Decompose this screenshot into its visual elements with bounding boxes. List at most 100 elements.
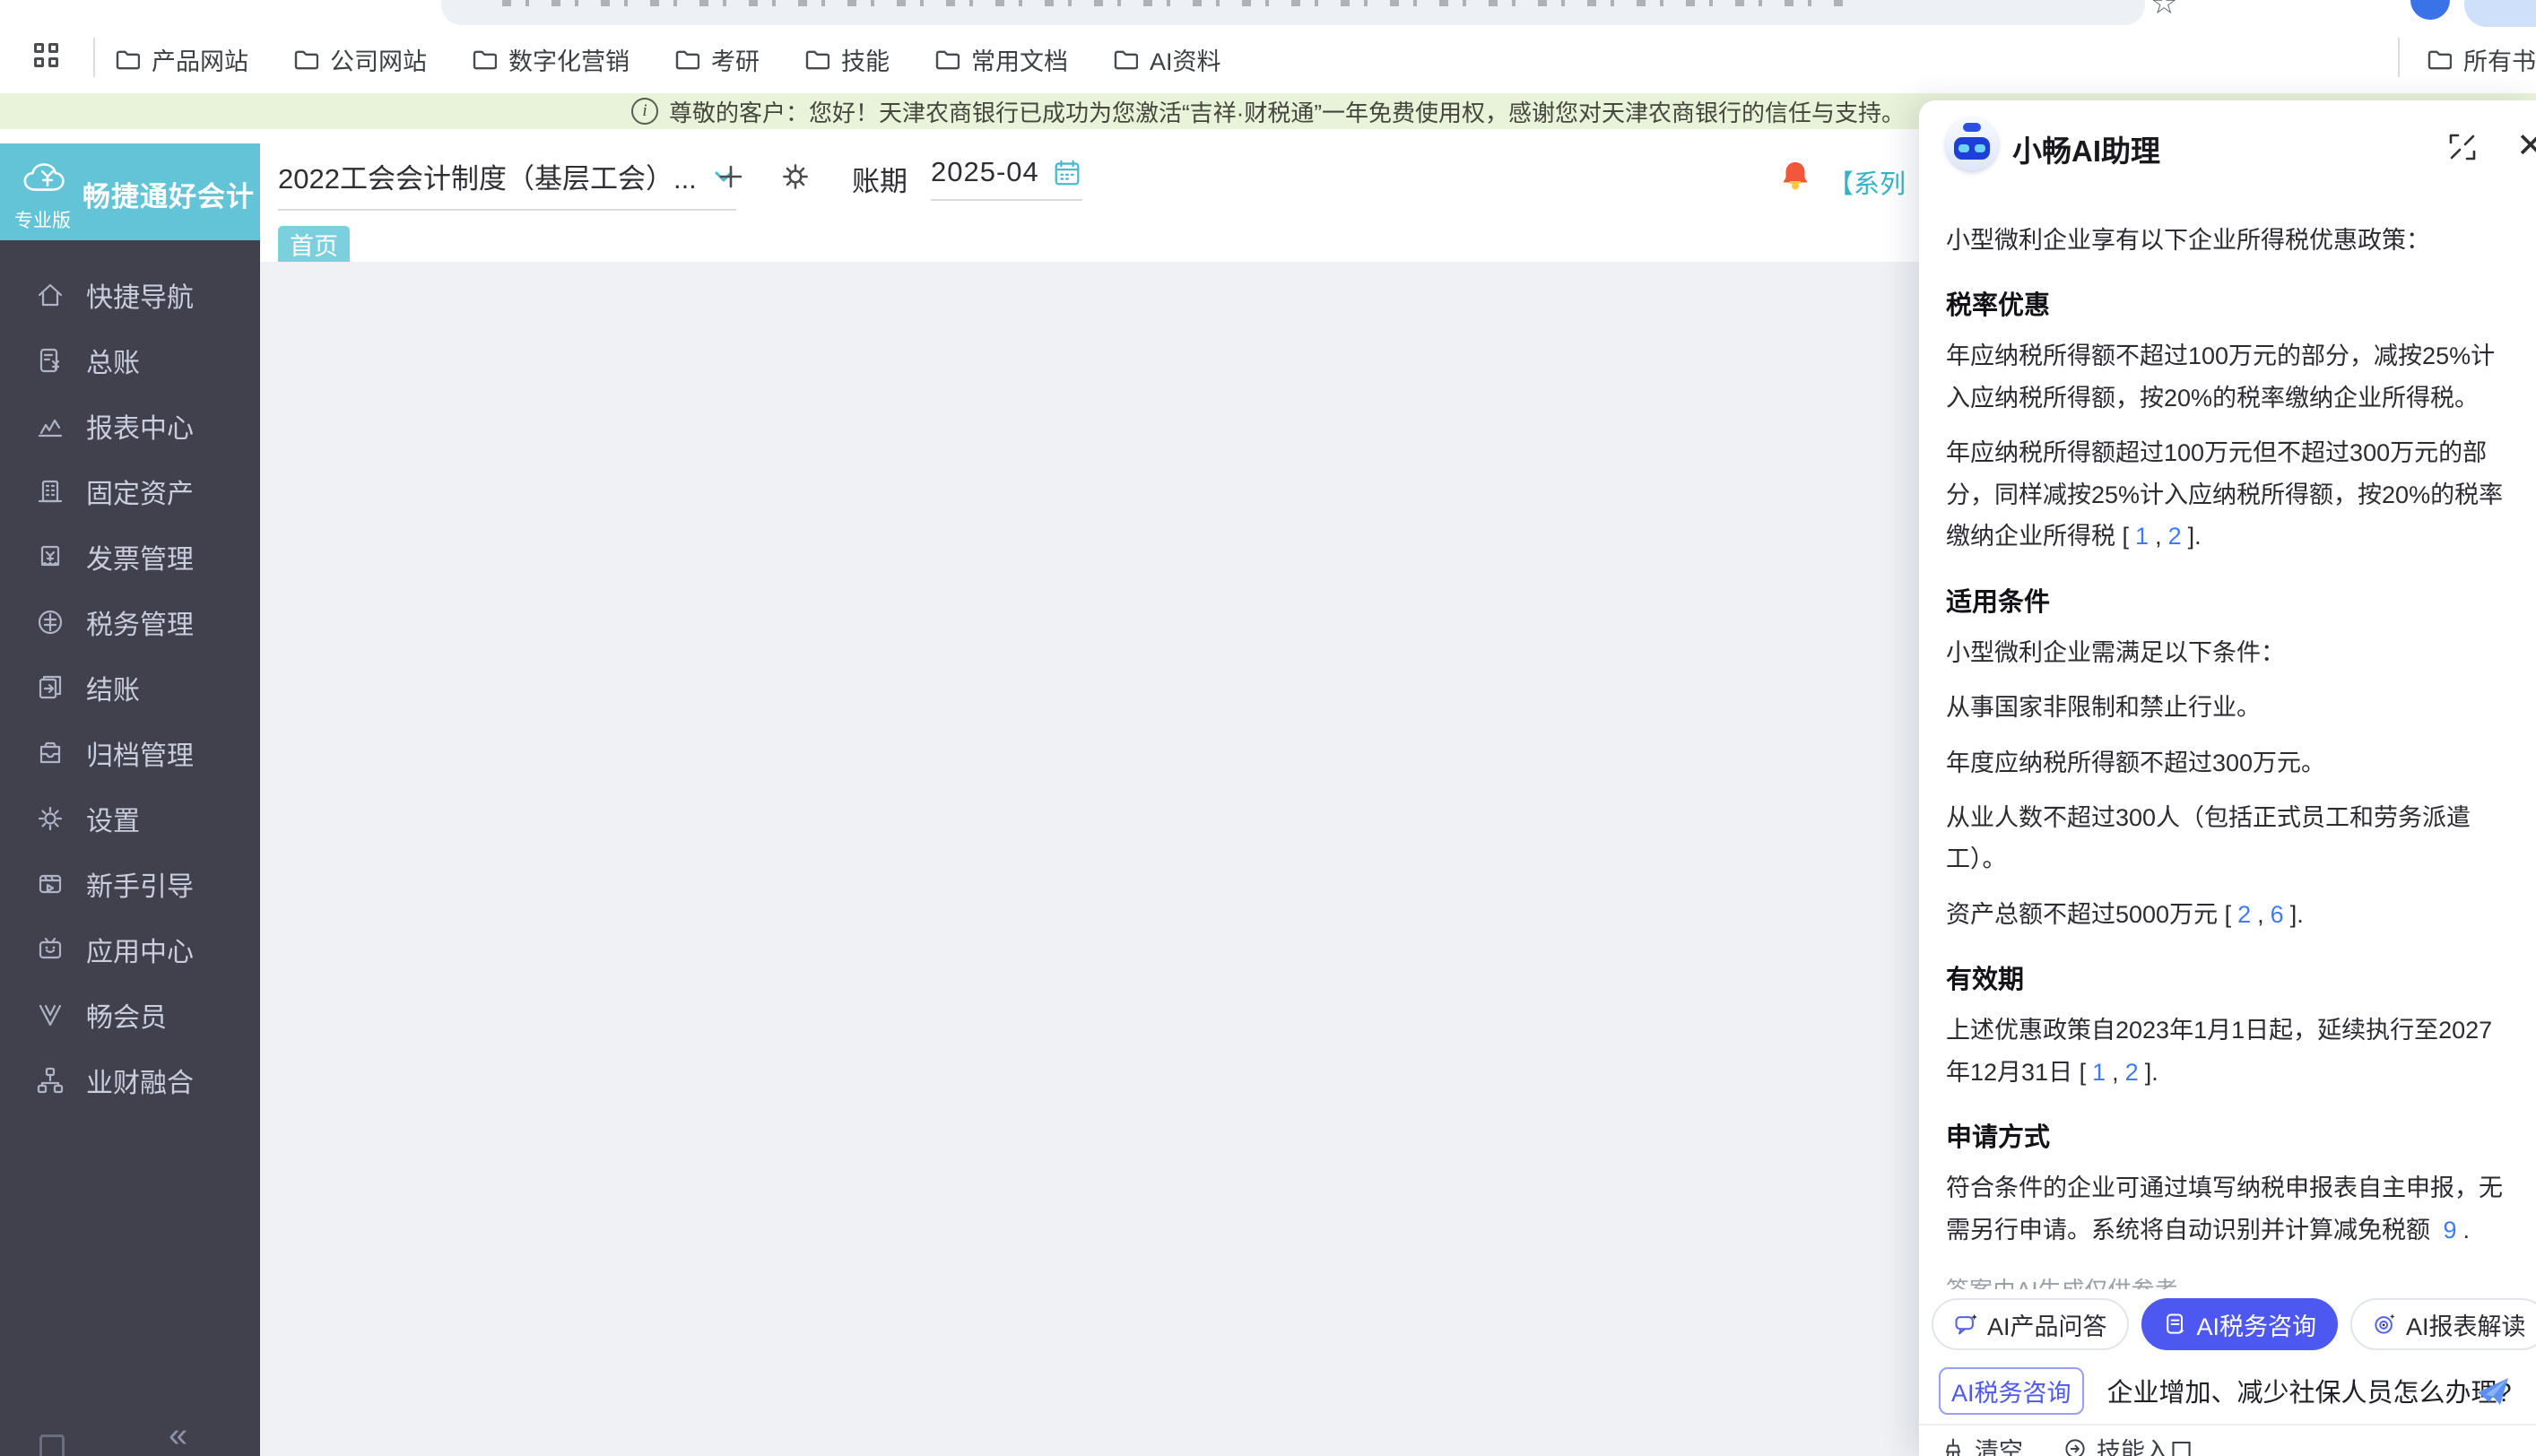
- sidebar-item-label: 新手引导: [86, 871, 194, 902]
- app-root: ☆ 产品网站 公司网站 数字化营销 考研 技能 常用文档 AI资料 所有书 i …: [0, 0, 2536, 1456]
- ai-heading: 税率优惠: [1946, 291, 2051, 321]
- app-center-icon: [39, 937, 62, 958]
- chip-ai-tax-consult[interactable]: AI税务咨询: [2141, 1298, 2339, 1350]
- citation-link[interactable]: 2: [2125, 1059, 2139, 1086]
- sidebar-item-archive-management[interactable]: 归档管理: [0, 720, 260, 785]
- sidebar-item-settings[interactable]: 设置: [0, 785, 260, 851]
- period-value: 2025-04: [931, 156, 1039, 187]
- ledger-selector[interactable]: 2022工会会计制度（基层工会）...: [278, 156, 736, 211]
- brand-edition: 专业版: [14, 211, 71, 231]
- bookmark-folder[interactable]: 数字化营销: [472, 42, 630, 77]
- chip-label: AI报表解读: [2406, 1313, 2526, 1340]
- sidebar-item-label: 畅会员: [86, 1002, 167, 1033]
- ai-paragraph: 年度应纳税所得额不超过300万元。: [1946, 749, 2326, 776]
- ledger-settings-button[interactable]: [778, 160, 812, 194]
- bookmark-label: AI资料: [1150, 48, 1221, 75]
- close-icon[interactable]: ✕: [2516, 126, 2536, 166]
- sidebar: 畅捷通好会计 专业版 快捷导航 总账 报表中心 固定资产 发票管理 税务管理 结…: [0, 143, 260, 1456]
- ai-assistant-panel: 小畅AI助理 ✕ 小型微利企业享有以下企业所得税优惠政策： 税率优惠 年应纳税所…: [1919, 100, 2536, 1456]
- guide-video-icon: [39, 874, 62, 893]
- bookmark-folder[interactable]: 产品网站: [115, 42, 248, 77]
- skills-entry-button[interactable]: 技能入口: [2063, 1432, 2193, 1456]
- sidebar-item-business-finance-fusion[interactable]: 业财融合: [0, 1047, 260, 1113]
- sidebar-item-label: 报表中心: [86, 413, 194, 444]
- bookmark-folder[interactable]: 技能: [804, 42, 890, 77]
- notification-bell-icon[interactable]: [1777, 158, 1813, 194]
- citation-link[interactable]: 2: [2168, 523, 2182, 550]
- chip-ai-product-qa[interactable]: AI产品问答: [1932, 1298, 2129, 1350]
- arrow-circle-icon: [2065, 1439, 2085, 1456]
- send-icon[interactable]: [2475, 1374, 2511, 1409]
- bookmark-folder[interactable]: 常用文档: [934, 42, 1068, 77]
- sidebar-item-label: 设置: [86, 806, 140, 836]
- citation-separator: ,: [2257, 900, 2264, 928]
- expand-icon[interactable]: [2446, 131, 2479, 163]
- period-picker[interactable]: 2025-04: [931, 156, 1082, 201]
- folder-icon: [1114, 50, 1138, 70]
- bookmark-label: 数字化营销: [508, 48, 630, 75]
- ai-paragraph: 从事国家非限制和禁止行业。: [1946, 694, 2261, 722]
- period-label: 账期: [852, 165, 908, 197]
- v-member-icon: [39, 1004, 62, 1026]
- tab-bar: 首页: [260, 224, 1919, 262]
- browser-chrome: ☆ 产品网站 公司网站 数字化营销 考研 技能 常用文档 AI资料 所有书: [0, 0, 2536, 93]
- bookmark-star-icon[interactable]: ☆: [2150, 0, 2177, 22]
- sidebar-item-closing[interactable]: 结账: [0, 654, 260, 720]
- sidebar-item-fixed-assets[interactable]: 固定资产: [0, 458, 260, 524]
- skills-label: 技能入口: [2097, 1437, 2193, 1456]
- message-input[interactable]: AI税务咨询 企业增加、减少社保人员怎么办理?: [1939, 1365, 2516, 1417]
- bookmark-folder[interactable]: AI资料: [1113, 42, 1221, 77]
- sidebar-item-general-ledger[interactable]: 总账: [0, 327, 260, 393]
- citation-link[interactable]: 1: [2135, 523, 2149, 550]
- system-notice-link[interactable]: 【系列: [1828, 163, 1917, 201]
- brand-cloud-icon: [23, 163, 65, 191]
- folder-icon: [116, 50, 140, 70]
- sidebar-bottom-icon[interactable]: [39, 1434, 65, 1456]
- bookmark-label: 公司网站: [330, 48, 427, 75]
- browser-profile-avatar[interactable]: [2410, 0, 2450, 20]
- target-icon: [2375, 1313, 2395, 1334]
- citation-link[interactable]: 2: [2237, 901, 2251, 928]
- ai-paragraph: 年应纳税所得额不超过100万元的部分，减按25%计入应纳税所得额，按20%的税率…: [1946, 342, 2496, 412]
- bookmark-folder[interactable]: 公司网站: [293, 42, 427, 77]
- url-text-sliver: [502, 0, 1847, 6]
- folder-icon: [805, 50, 829, 70]
- sidebar-item-report-center[interactable]: 报表中心: [0, 393, 260, 458]
- chip-ai-report-read[interactable]: AI报表解读: [2350, 1298, 2536, 1350]
- sidebar-item-label: 业财融合: [86, 1068, 194, 1098]
- citation-bracket: [: [2122, 523, 2130, 550]
- fusion-org-icon: [37, 1067, 64, 1093]
- sidebar-item-label: 总账: [86, 348, 140, 378]
- ledger-name: 2022工会会计制度（基层工会）...: [278, 163, 697, 195]
- main-toolbar: 2022工会会计制度（基层工会）... 账期 2025-04 【系列: [260, 127, 1919, 224]
- ai-message-area: 小型微利企业享有以下企业所得税优惠政策： 税率优惠 年应纳税所得额不超过100万…: [1946, 186, 2513, 1309]
- add-ledger-button[interactable]: [716, 161, 746, 192]
- sidebar-item-beginner-guide[interactable]: 新手引导: [0, 851, 260, 916]
- sidebar-collapse-button[interactable]: «: [169, 1417, 187, 1455]
- citation-bracket: [: [2224, 900, 2232, 928]
- citation-bracket: ].: [2144, 1058, 2158, 1086]
- sidebar-item-invoice-management[interactable]: 发票管理: [0, 524, 260, 589]
- sidebar-brand-header: 畅捷通好会计 专业版: [0, 143, 260, 240]
- ai-heading: 申请方式: [1946, 1123, 2051, 1153]
- ai-paragraph: 小型微利企业需满足以下条件：: [1946, 638, 2285, 666]
- bookmark-label: 技能: [841, 48, 890, 75]
- bookmark-folder[interactable]: 考研: [674, 42, 760, 77]
- sidebar-item-tax-management[interactable]: 税务管理: [0, 589, 260, 654]
- citation-link[interactable]: 9: [2444, 1217, 2457, 1244]
- clear-chat-button[interactable]: 清空: [1941, 1432, 2023, 1456]
- sidebar-item-quick-nav[interactable]: 快捷导航: [0, 262, 260, 327]
- input-skill-tag[interactable]: AI税务咨询: [1939, 1366, 2084, 1415]
- browser-update-button[interactable]: [2464, 0, 2536, 27]
- all-bookmarks-folder[interactable]: 所有书签: [2427, 30, 2536, 88]
- home-icon: [38, 283, 63, 306]
- closing-icon: [39, 675, 62, 698]
- citation-link[interactable]: 6: [2271, 901, 2284, 928]
- citation-link[interactable]: 1: [2092, 1059, 2106, 1086]
- tab-home[interactable]: 首页: [278, 226, 350, 262]
- sidebar-item-member[interactable]: 畅会员: [0, 982, 260, 1047]
- apps-grid-icon[interactable]: [34, 43, 59, 68]
- sidebar-item-app-center[interactable]: 应用中心: [0, 916, 260, 982]
- all-bookmarks-label: 所有书签: [2463, 48, 2536, 75]
- sidebar-item-label: 固定资产: [86, 479, 194, 509]
